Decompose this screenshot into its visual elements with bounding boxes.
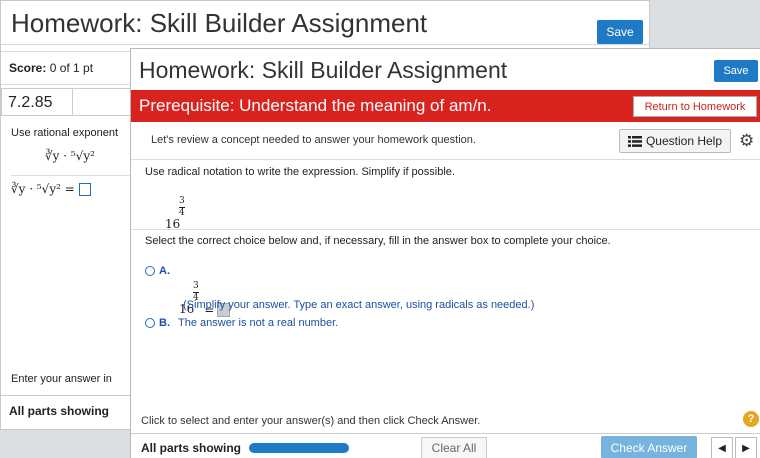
- option-b-radio[interactable]: [145, 318, 155, 328]
- back-answer-expression: ∛y · ⁵√y² =: [11, 182, 91, 196]
- back-answer-expression-text: ∛y · ⁵√y² =: [11, 182, 75, 196]
- option-b-text: The answer is not a real number.: [178, 317, 339, 329]
- option-a-radio[interactable]: [145, 266, 155, 276]
- prerequisite-title: Prerequisite: Understand the meaning of …: [139, 96, 492, 115]
- back-parts-showing: All parts showing: [1, 395, 133, 425]
- option-a-label: A.: [159, 265, 170, 277]
- enter-answer-hint: Enter your answer in: [11, 373, 112, 385]
- clear-all-button[interactable]: Clear All: [421, 437, 487, 458]
- prerequisite-window: Homework: Skill Builder Assignment Save …: [130, 48, 760, 458]
- exponent-numerator: 3: [179, 196, 185, 206]
- list-icon: [627, 135, 642, 147]
- page-title: Homework: Skill Builder Assignment: [139, 57, 508, 83]
- progress-bar: [249, 443, 349, 453]
- help-icon[interactable]: ?: [743, 411, 759, 427]
- question-instruction: Use radical notation to write the expres…: [145, 166, 455, 178]
- choice-instruction: Select the correct choice below and, if …: [145, 235, 611, 247]
- parts-showing: All parts showing: [141, 441, 242, 455]
- divider: [131, 229, 760, 230]
- prerequisite-banner: Prerequisite: Understand the meaning of …: [131, 90, 760, 122]
- review-text: Let's review a concept needed to answer …: [151, 134, 476, 146]
- option-b-label: B.: [159, 317, 170, 329]
- click-instruction: Click to select and enter your answer(s)…: [141, 415, 481, 427]
- back-titlebar: Homework: Skill Builder Assignment Save: [1, 1, 649, 45]
- back-instruction: Use rational exponent: [11, 127, 119, 139]
- score-label: Score:: [9, 61, 47, 75]
- score-value: 0 of 1 pt: [49, 61, 94, 75]
- check-answer-button[interactable]: Check Answer: [601, 436, 697, 458]
- score-display: Score: 0 of 1 pt: [1, 51, 141, 85]
- question-number: 7.2.85: [1, 88, 73, 116]
- question-help-label: Question Help: [645, 134, 723, 148]
- question-expression: 16 3 4: [165, 196, 190, 232]
- gear-icon[interactable]: ⚙: [739, 131, 754, 151]
- return-to-homework-button[interactable]: Return to Homework: [633, 96, 757, 117]
- back-answer-box[interactable]: [78, 182, 91, 196]
- simplify-note: (Simplify your answer. Type an exact ans…: [183, 299, 535, 311]
- prev-arrow-icon[interactable]: ◀: [711, 437, 733, 458]
- divider: [131, 159, 760, 160]
- next-arrow-icon[interactable]: ▶: [735, 437, 757, 458]
- save-button[interactable]: Save: [714, 60, 758, 82]
- back-page-title: Homework: Skill Builder Assignment: [11, 8, 428, 38]
- question-nav-area: [73, 88, 133, 116]
- option-a[interactable]: A.: [145, 265, 170, 277]
- front-titlebar: Homework: Skill Builder Assignment Save: [131, 49, 760, 89]
- option-b[interactable]: B. The answer is not a real number.: [145, 317, 338, 329]
- divider: [11, 175, 133, 176]
- back-save-button[interactable]: Save: [597, 20, 643, 44]
- option-a-exp-num: 3: [193, 281, 199, 291]
- exponent-denominator: 4: [179, 208, 185, 218]
- back-expression: ∛y · ⁵√y²: [45, 149, 95, 163]
- question-help-button[interactable]: Question Help: [619, 129, 731, 153]
